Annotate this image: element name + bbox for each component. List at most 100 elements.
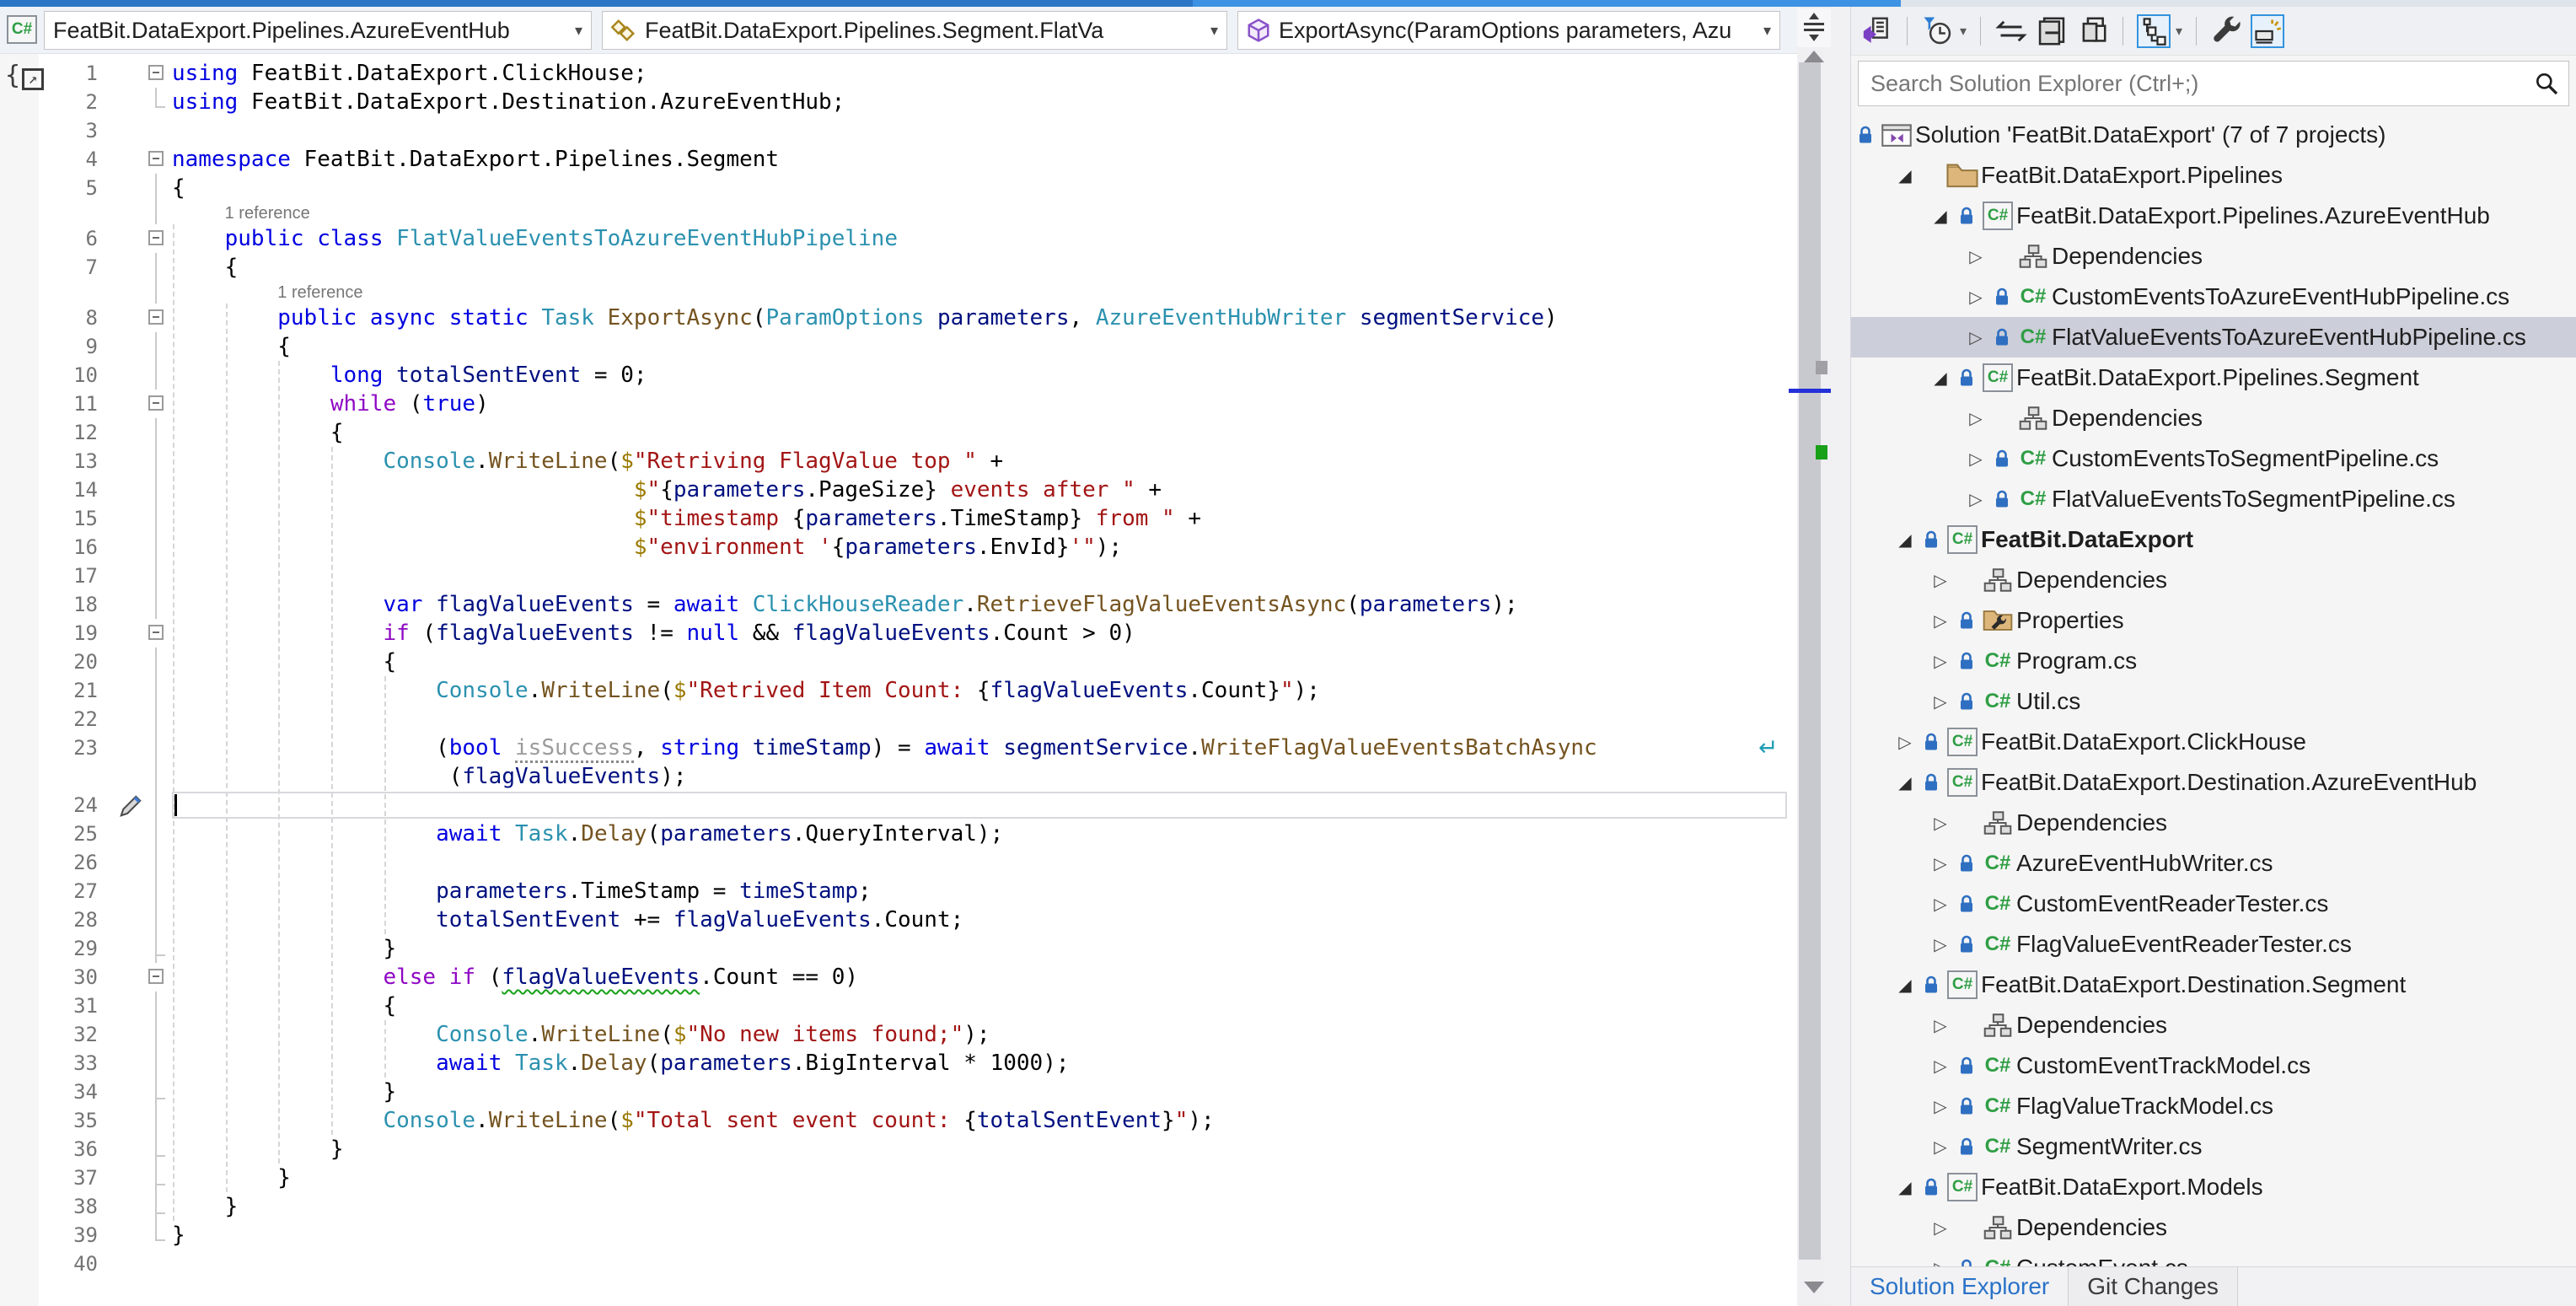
code-line[interactable]: 22 [0, 705, 1797, 734]
code-line[interactable]: 40 [0, 1250, 1797, 1278]
tree-item[interactable]: ▷C#FlatValueEventsToAzureEventHubPipelin… [1851, 317, 2576, 357]
expand-arrow-icon[interactable]: ▷ [1927, 570, 1954, 591]
code-line[interactable]: 4namespace FeatBit.DataExport.Pipelines.… [0, 145, 1797, 174]
tree-item[interactable]: ▷Dependencies [1851, 398, 2576, 438]
expand-arrow-icon[interactable]: ▷ [1962, 287, 1989, 308]
project-dropdown[interactable]: FeatBit.DataExport.Pipelines.AzureEventH… [44, 11, 592, 50]
expand-arrow-icon[interactable]: ▷ [1927, 1137, 1954, 1158]
expand-arrow-icon[interactable]: ▷ [1927, 1015, 1954, 1036]
tree-item[interactable]: ▷C#FlatValueEventsToSegmentPipeline.cs [1851, 479, 2576, 519]
expand-arrow-icon[interactable]: ▷ [1927, 894, 1954, 915]
tree-item[interactable]: ▷C#CustomEvent.cs [1851, 1248, 2576, 1266]
chevron-down-icon[interactable]: ▾ [1960, 23, 1967, 40]
tree-item[interactable]: ▷C#FeatBit.DataExport.ClickHouse [1851, 722, 2576, 762]
properties-wrench-icon[interactable] [2210, 14, 2244, 48]
code-editor[interactable]: {↗ 1using FeatBit.DataExport.ClickHouse;… [0, 54, 1797, 1306]
code-line[interactable]: 13 Console.WriteLine($"Retriving FlagVal… [0, 447, 1797, 476]
tree-item[interactable]: ◢C#FeatBit.DataExport.Destination.AzureE… [1851, 762, 2576, 803]
tree-item[interactable]: ◢C#FeatBit.DataExport.Pipelines.AzureEve… [1851, 196, 2576, 236]
code-line[interactable]: 5{ [0, 174, 1797, 202]
tree-item[interactable]: ▷C#AzureEventHubWriter.cs [1851, 843, 2576, 884]
outline-margin[interactable] [115, 304, 172, 332]
expand-arrow-icon[interactable]: ▷ [1962, 489, 1989, 510]
tree-item[interactable]: ▷C#CustomEventTrackModel.cs [1851, 1045, 2576, 1086]
code-line[interactable]: 1using FeatBit.DataExport.ClickHouse; [0, 59, 1797, 88]
chevron-down-icon[interactable]: ▾ [2176, 23, 2182, 40]
outline-margin[interactable] [115, 59, 172, 88]
code-line[interactable]: 24 [0, 791, 1797, 820]
tree-item[interactable]: ▷Properties [1851, 600, 2576, 641]
collapse-arrow-icon[interactable]: ◢ [1927, 368, 1954, 389]
code-line[interactable]: 28 totalSentEvent += flagValueEvents.Cou… [0, 906, 1797, 934]
collapse-arrow-icon[interactable]: ◢ [1892, 1177, 1919, 1198]
tree-item[interactable]: ▷C#FlagValueTrackModel.cs [1851, 1086, 2576, 1126]
code-line[interactable]: 25 await Task.Delay(parameters.QueryInte… [0, 820, 1797, 848]
member-dropdown[interactable]: ExportAsync(ParamOptions parameters, Azu… [1237, 11, 1780, 50]
tree-item[interactable]: Solution 'FeatBit.DataExport' (7 of 7 pr… [1851, 115, 2576, 155]
code-line[interactable]: 2using FeatBit.DataExport.Destination.Az… [0, 88, 1797, 116]
outline-margin[interactable] [115, 224, 172, 253]
tab-git-changes[interactable]: Git Changes [2068, 1267, 2238, 1306]
tree-item[interactable]: ◢C#FeatBit.DataExport.Pipelines.Segment [1851, 357, 2576, 398]
collapse-arrow-icon[interactable]: ◢ [1892, 529, 1919, 551]
expand-arrow-icon[interactable]: ▷ [1927, 1258, 1954, 1267]
tree-item[interactable]: ▷C#SegmentWriter.cs [1851, 1126, 2576, 1167]
search-input[interactable]: Search Solution Explorer (Ctrl+;) [1858, 61, 2569, 106]
code-line[interactable]: 38 } [0, 1192, 1797, 1221]
tree-item[interactable]: ▷C#FlagValueEventReaderTester.cs [1851, 924, 2576, 965]
expand-arrow-icon[interactable]: ▷ [1927, 610, 1954, 632]
tree-item[interactable]: ▷Dependencies [1851, 560, 2576, 600]
tree-item[interactable]: ▷Dependencies [1851, 803, 2576, 843]
code-line[interactable]: 14 $"{parameters.PageSize} events after … [0, 476, 1797, 504]
code-line[interactable]: 15 $"timestamp {parameters.TimeStamp} fr… [0, 504, 1797, 533]
code-line[interactable]: 11 while (true) [0, 390, 1797, 418]
code-line[interactable]: 27 parameters.TimeStamp = timeStamp; [0, 877, 1797, 906]
preview-selected-items-icon[interactable] [2251, 14, 2284, 48]
expand-arrow-icon[interactable]: ▷ [1927, 1056, 1954, 1077]
collapse-arrow-icon[interactable]: ◢ [1892, 975, 1919, 996]
tree-item[interactable]: ▷C#CustomEventsToSegmentPipeline.cs [1851, 438, 2576, 479]
tab-solution-explorer[interactable]: Solution Explorer [1851, 1267, 2068, 1306]
solution-hierarchy-icon[interactable] [2137, 14, 2171, 48]
code-line[interactable]: 16 $"environment '{parameters.EnvId}'"); [0, 533, 1797, 562]
sync-with-active-document-icon[interactable] [1994, 14, 2028, 48]
outline-margin[interactable] [115, 390, 172, 418]
scrollbar-thumb[interactable] [1799, 62, 1821, 1260]
pending-changes-filter-icon[interactable] [1921, 14, 1955, 48]
code-line[interactable]: 8 public async static Task ExportAsync(P… [0, 304, 1797, 332]
expand-arrow-icon[interactable]: ▷ [1962, 327, 1989, 348]
codelens-references[interactable]: 1 reference [277, 282, 362, 304]
tree-item[interactable]: ▷C#Util.cs [1851, 681, 2576, 722]
code-line[interactable]: 18 var flagValueEvents = await ClickHous… [0, 590, 1797, 619]
code-line[interactable]: 29 } [0, 934, 1797, 963]
code-line[interactable]: 33 await Task.Delay(parameters.BigInterv… [0, 1049, 1797, 1078]
code-line[interactable]: 19 if (flagValueEvents != null && flagVa… [0, 619, 1797, 648]
code-line[interactable]: 37 } [0, 1164, 1797, 1192]
collapse-arrow-icon[interactable]: ◢ [1927, 206, 1954, 227]
code-line[interactable]: 36 } [0, 1135, 1797, 1164]
show-all-files-icon[interactable] [2075, 14, 2109, 48]
code-line[interactable]: 30 else if (flagValueEvents.Count == 0) [0, 963, 1797, 992]
outline-margin[interactable] [115, 619, 172, 648]
expand-arrow-icon[interactable]: ▷ [1892, 732, 1919, 753]
tree-item[interactable]: ▷C#Program.cs [1851, 641, 2576, 681]
scroll-up-arrow[interactable] [1804, 51, 1824, 62]
search-icon[interactable] [2533, 70, 2560, 97]
tree-item[interactable]: ◢C#FeatBit.DataExport.Destination.Segmen… [1851, 965, 2576, 1005]
code-line[interactable]: 3 [0, 116, 1797, 145]
code-line[interactable]: 21 Console.WriteLine($"Retrived Item Cou… [0, 676, 1797, 705]
panel-splitter[interactable] [1831, 7, 1851, 1306]
expand-arrow-icon[interactable]: ▷ [1927, 691, 1954, 712]
collapse-arrow-icon[interactable]: ◢ [1892, 772, 1919, 793]
expand-arrow-icon[interactable]: ▷ [1927, 813, 1954, 834]
code-line[interactable]: 12 { [0, 418, 1797, 447]
code-line[interactable]: 17 [0, 562, 1797, 590]
code-line[interactable]: 32 Console.WriteLine($"No new items foun… [0, 1020, 1797, 1049]
tree-item[interactable]: ◢FeatBit.DataExport.Pipelines [1851, 155, 2576, 196]
expand-arrow-icon[interactable]: ▷ [1927, 1096, 1954, 1117]
tree-item[interactable]: ◢C#FeatBit.DataExport.Models [1851, 1167, 2576, 1207]
editor-scrollbar[interactable] [1797, 7, 1831, 1306]
code-line[interactable]: 10 long totalSentEvent = 0; [0, 361, 1797, 390]
scroll-down-arrow[interactable] [1804, 1282, 1824, 1293]
code-line[interactable]: 7 { [0, 253, 1797, 282]
